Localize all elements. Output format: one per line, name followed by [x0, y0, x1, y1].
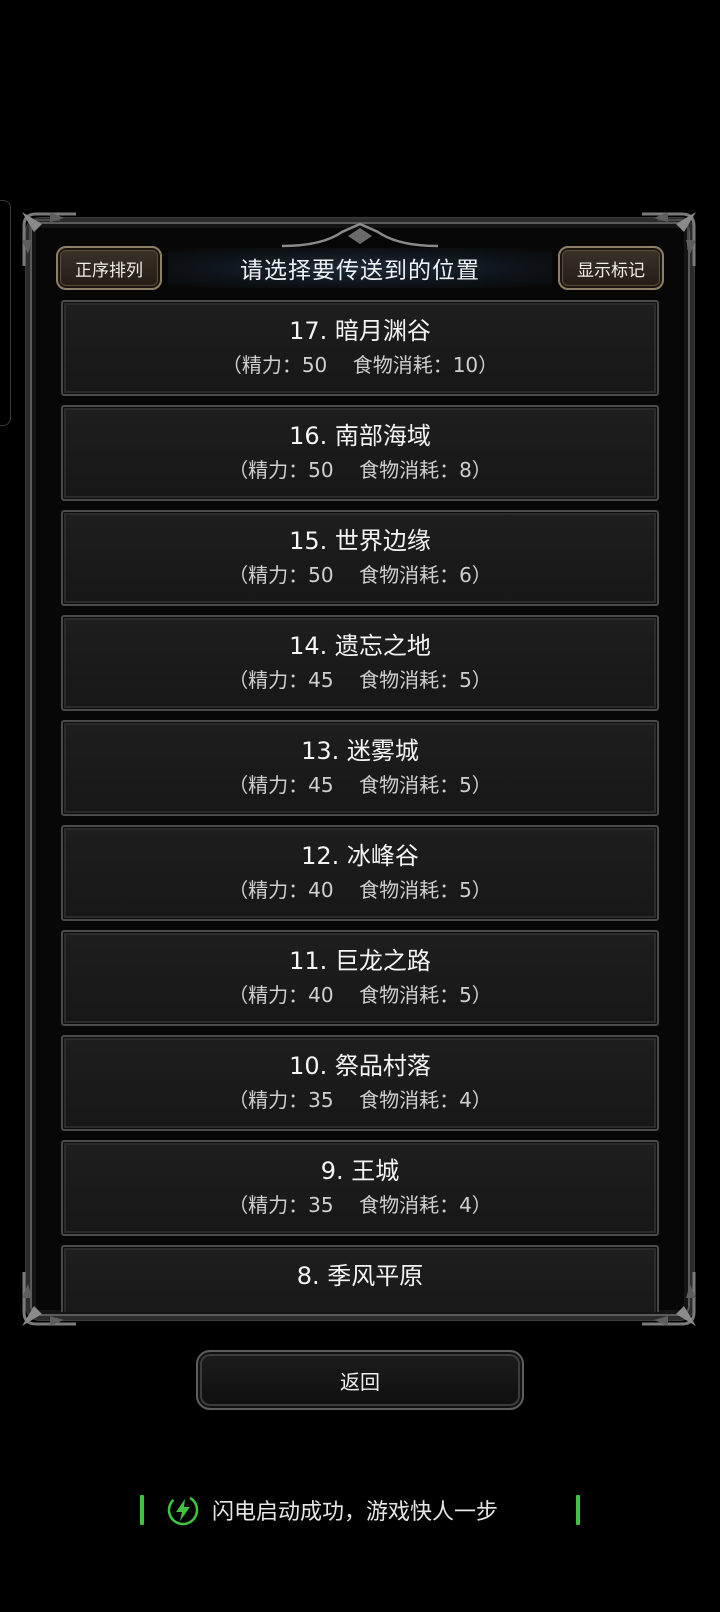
location-item[interactable]: 16. 南部海域 （精力：50 食物消耗：8） [61, 405, 659, 501]
location-cost: （精力：45 食物消耗：5） [228, 773, 492, 797]
location-cost: （精力：40 食物消耗：5） [228, 983, 492, 1007]
panel-header: 正序排列 请选择要传送到的位置 显示标记 [56, 242, 664, 294]
location-name: 16. 南部海域 [289, 422, 431, 450]
location-cost: （精力：45 食物消耗：5） [228, 668, 492, 692]
location-item[interactable]: 17. 暗月渊谷 （精力：50 食物消耗：10） [61, 300, 659, 396]
location-cost: （精力：35 食物消耗：4） [228, 1088, 492, 1112]
location-item[interactable]: 13. 迷雾城 （精力：45 食物消耗：5） [61, 720, 659, 816]
location-name: 17. 暗月渊谷 [289, 317, 431, 345]
location-item[interactable]: 8. 季风平原 [61, 1245, 659, 1312]
launch-toast: 闪电启动成功，游戏快人一步 [140, 1488, 580, 1532]
toast-accent-bar [140, 1495, 144, 1525]
location-name: 10. 祭品村落 [289, 1052, 431, 1080]
toast-text: 闪电启动成功，游戏快人一步 [212, 1500, 499, 1525]
location-list[interactable]: 17. 暗月渊谷 （精力：50 食物消耗：10） 16. 南部海域 （精力：50… [61, 300, 659, 1312]
location-item[interactable]: 11. 巨龙之路 （精力：40 食物消耗：5） [61, 930, 659, 1026]
location-item[interactable]: 15. 世界边缘 （精力：50 食物消耗：6） [61, 510, 659, 606]
location-cost: （精力：35 食物消耗：4） [228, 1193, 492, 1217]
location-name: 8. 季风平原 [296, 1262, 424, 1290]
location-name: 15. 世界边缘 [289, 527, 431, 555]
location-cost [63, 1291, 657, 1297]
location-cost: （精力：50 食物消耗：10） [221, 353, 499, 377]
location-name: 11. 巨龙之路 [289, 947, 431, 975]
edge-handle[interactable] [0, 200, 11, 426]
location-cost: （精力：50 食物消耗：6） [228, 563, 492, 587]
location-name: 9. 王城 [320, 1157, 400, 1185]
page-title: 请选择要传送到的位置 [240, 258, 480, 284]
location-item[interactable]: 9. 王城 （精力：35 食物消耗：4） [61, 1140, 659, 1236]
toast-accent-bar [576, 1495, 580, 1525]
location-item[interactable]: 12. 冰峰谷 （精力：40 食物消耗：5） [61, 825, 659, 921]
show-markers-button[interactable]: 显示标记 [558, 246, 664, 290]
lightning-icon [167, 1494, 199, 1526]
back-button[interactable]: 返回 [196, 1350, 524, 1410]
location-item[interactable]: 14. 遗忘之地 （精力：45 食物消耗：5） [61, 615, 659, 711]
location-item[interactable]: 10. 祭品村落 （精力：35 食物消耗：4） [61, 1035, 659, 1131]
location-name: 12. 冰峰谷 [301, 842, 419, 870]
location-cost: （精力：40 食物消耗：5） [228, 878, 492, 902]
sort-order-button[interactable]: 正序排列 [56, 246, 162, 290]
location-name: 13. 迷雾城 [301, 737, 419, 765]
location-cost: （精力：50 食物消耗：8） [228, 458, 492, 482]
location-name: 14. 遗忘之地 [289, 632, 431, 660]
